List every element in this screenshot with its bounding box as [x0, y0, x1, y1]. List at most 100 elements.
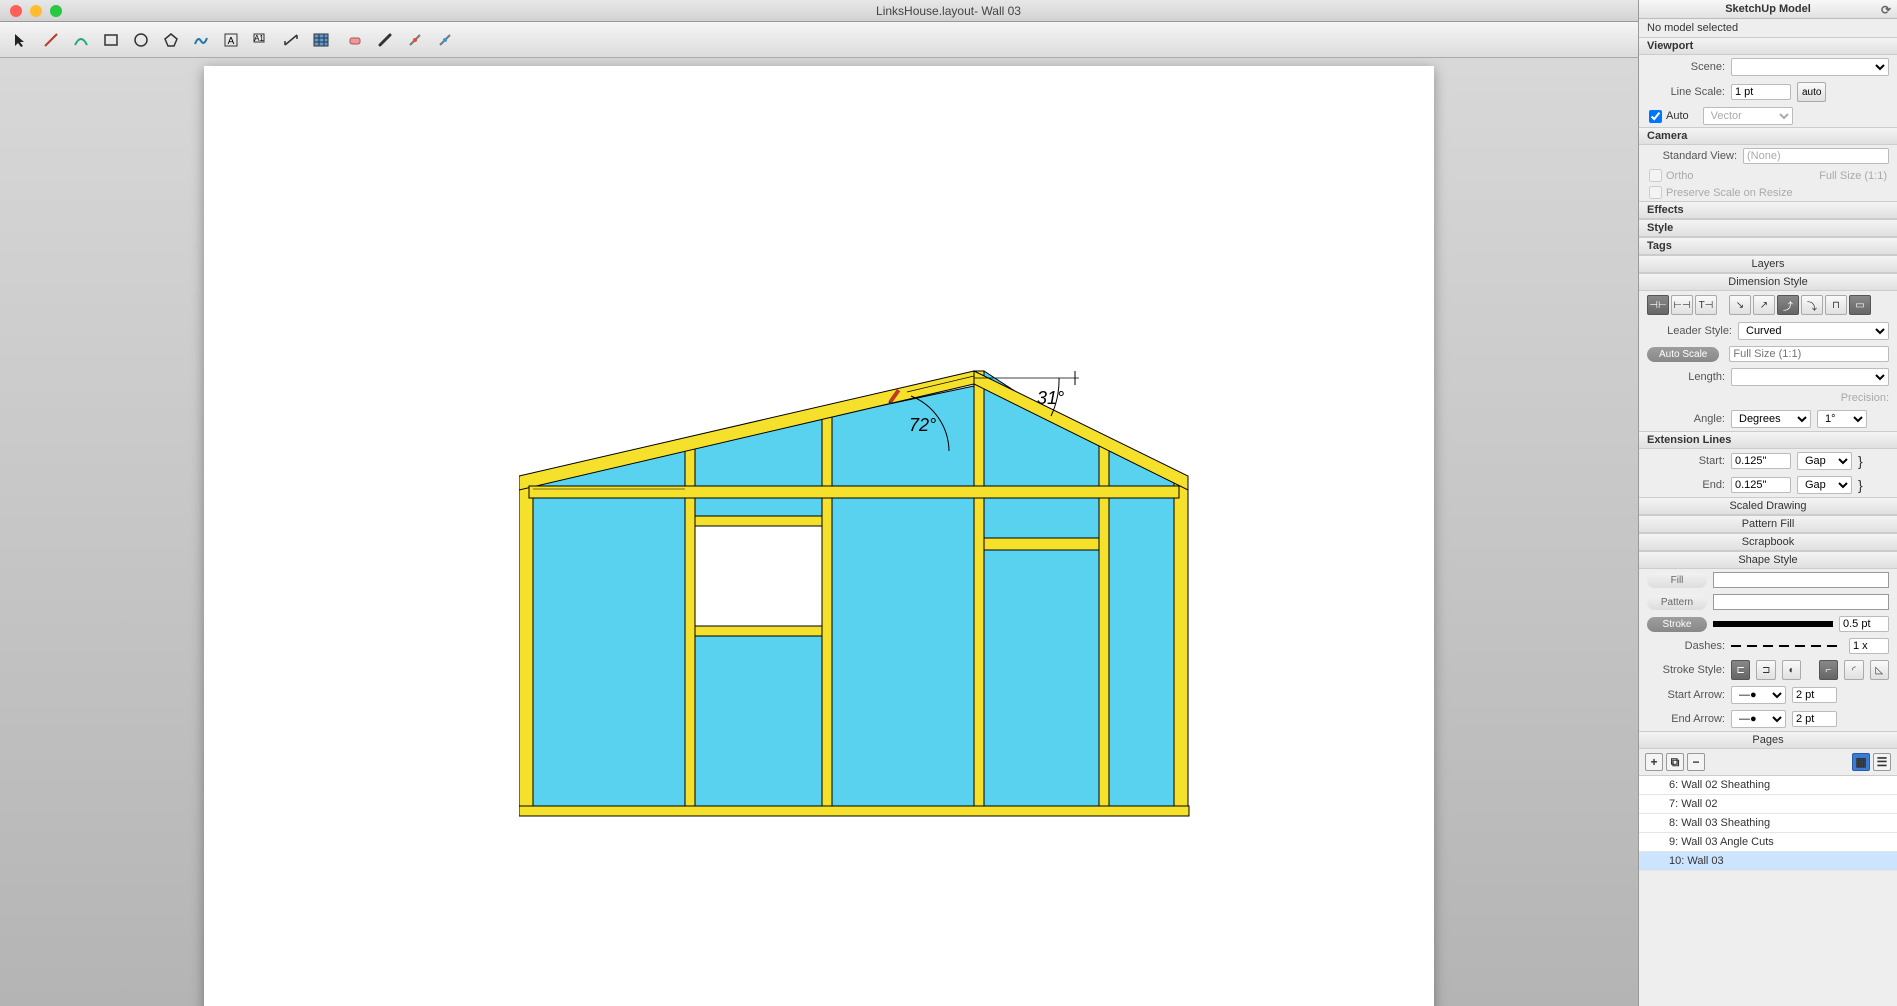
- reload-icon[interactable]: ⟳: [1881, 3, 1891, 17]
- dim-arrow-4-icon[interactable]: ⤵: [1801, 295, 1823, 315]
- circle-tool-icon[interactable]: [128, 27, 154, 53]
- angle-label: Angle:: [1647, 413, 1725, 425]
- style-tool-icon[interactable]: [372, 27, 398, 53]
- end-arrow-select[interactable]: —●: [1731, 710, 1786, 728]
- join-2-icon[interactable]: ◜: [1844, 660, 1863, 680]
- wall-drawing: 72° 31°: [519, 316, 1199, 826]
- join-tool-icon[interactable]: [432, 27, 458, 53]
- length-select[interactable]: [1731, 368, 1889, 386]
- label-tool-icon[interactable]: A1: [248, 27, 274, 53]
- ext-start-label: Start:: [1647, 455, 1725, 467]
- svg-text:A1: A1: [254, 34, 264, 43]
- line-tool-icon[interactable]: [38, 27, 64, 53]
- freehand-tool-icon[interactable]: [188, 27, 214, 53]
- fill-swatch[interactable]: [1713, 572, 1889, 588]
- close-window-icon[interactable]: [10, 5, 22, 17]
- pattern-swatch[interactable]: [1713, 594, 1889, 610]
- ext-start-gap-select[interactable]: Gap: [1797, 452, 1852, 470]
- layers-section[interactable]: Layers: [1639, 255, 1897, 273]
- line-scale-label: Line Scale:: [1647, 86, 1725, 98]
- start-arrow-label: Start Arrow:: [1647, 689, 1725, 701]
- split-tool-icon[interactable]: [402, 27, 428, 53]
- page-item[interactable]: 9: Wall 03 Angle Cuts: [1639, 833, 1897, 852]
- pages-list: 6: Wall 02 Sheathing7: Wall 028: Wall 03…: [1639, 775, 1897, 871]
- polygon-tool-icon[interactable]: [158, 27, 184, 53]
- arc-tool-icon[interactable]: [68, 27, 94, 53]
- auto-scale-button[interactable]: Auto Scale: [1647, 347, 1719, 362]
- duplicate-page-button[interactable]: ⧉: [1666, 753, 1684, 771]
- dim-arrow-1-icon[interactable]: ↘: [1729, 295, 1751, 315]
- start-arrow-select[interactable]: —●: [1731, 686, 1786, 704]
- ext-end-input[interactable]: [1731, 477, 1791, 493]
- dim-align-3-icon[interactable]: T⊣: [1695, 295, 1717, 315]
- page-item[interactable]: 7: Wall 02: [1639, 795, 1897, 814]
- window-titlebar: LinksHouse.layout- Wall 03: [0, 0, 1897, 22]
- end-arrow-size[interactable]: [1792, 711, 1837, 727]
- shape-style-section: Shape Style: [1639, 551, 1897, 569]
- canvas-workspace[interactable]: 72° 31°: [0, 58, 1638, 1006]
- angle-label-31: 31°: [1037, 388, 1064, 408]
- auto-scale-btn[interactable]: auto: [1797, 82, 1826, 102]
- tags-section[interactable]: Tags: [1639, 237, 1897, 255]
- dim-align-1-icon[interactable]: ⊣⊢: [1647, 295, 1669, 315]
- pattern-button[interactable]: Pattern: [1647, 595, 1707, 610]
- pages-list-view-icon[interactable]: ▦: [1852, 753, 1870, 771]
- camera-section: Camera: [1639, 127, 1897, 145]
- line-scale-input[interactable]: [1731, 84, 1791, 100]
- join-1-icon[interactable]: ⌐: [1819, 660, 1838, 680]
- table-tool-icon[interactable]: [308, 27, 334, 53]
- scrapbook-section[interactable]: Scrapbook: [1639, 533, 1897, 551]
- select-tool-icon[interactable]: [8, 27, 34, 53]
- stroke-width-input[interactable]: [1839, 616, 1889, 632]
- scene-select[interactable]: [1731, 58, 1889, 76]
- page-item[interactable]: 10: Wall 03: [1639, 852, 1897, 871]
- scaled-drawing-section[interactable]: Scaled Drawing: [1639, 497, 1897, 515]
- angle-unit-select[interactable]: Degrees: [1731, 410, 1811, 428]
- angle-precision-select[interactable]: 1°: [1817, 410, 1867, 428]
- leader-style-label: Leader Style:: [1647, 325, 1732, 337]
- join-3-icon[interactable]: ◺: [1870, 660, 1889, 680]
- standard-view-input[interactable]: [1743, 148, 1889, 164]
- dimension-align-row: ⊣⊢ ⊢⊣ T⊣ ↘ ↗ ⤴ ⤵ ⊓ ▭: [1639, 291, 1897, 319]
- cap-3-icon[interactable]: ◐: [1782, 660, 1801, 680]
- ext-start-input[interactable]: [1731, 453, 1791, 469]
- stroke-button[interactable]: Stroke: [1647, 617, 1707, 632]
- text-tool-icon[interactable]: A: [218, 27, 244, 53]
- pages-controls: + ⧉ − ▦ ☰: [1639, 749, 1897, 775]
- render-mode-select[interactable]: Vector: [1703, 107, 1793, 125]
- style-section[interactable]: Style: [1639, 219, 1897, 237]
- minimize-window-icon[interactable]: [30, 5, 42, 17]
- dimension-style-section: Dimension Style: [1639, 273, 1897, 291]
- eraser-tool-icon[interactable]: [342, 27, 368, 53]
- dashes-preview[interactable]: [1731, 645, 1843, 647]
- dashes-scale-input[interactable]: [1849, 638, 1889, 654]
- auto-render-checkbox[interactable]: [1649, 110, 1662, 123]
- dimension-tool-icon[interactable]: [278, 27, 304, 53]
- cap-2-icon[interactable]: ⊐: [1756, 660, 1775, 680]
- panel-header-sketchup-model: SketchUp Model ⟳: [1639, 0, 1897, 19]
- add-page-button[interactable]: +: [1645, 753, 1663, 771]
- page-item[interactable]: 8: Wall 03 Sheathing: [1639, 814, 1897, 833]
- dim-arrow-3-icon[interactable]: ⤴: [1777, 295, 1799, 315]
- remove-page-button[interactable]: −: [1687, 753, 1705, 771]
- layout-page: 72° 31°: [204, 66, 1434, 1006]
- dim-arrow-2-icon[interactable]: ↗: [1753, 295, 1775, 315]
- maximize-window-icon[interactable]: [50, 5, 62, 17]
- dim-align-2-icon[interactable]: ⊢⊣: [1671, 295, 1693, 315]
- pages-section: Pages: [1639, 731, 1897, 749]
- length-label: Length:: [1647, 371, 1725, 383]
- pages-grid-view-icon[interactable]: ☰: [1873, 753, 1891, 771]
- dim-arrow-5-icon[interactable]: ⊓: [1825, 295, 1847, 315]
- rectangle-tool-icon[interactable]: [98, 27, 124, 53]
- start-arrow-size[interactable]: [1792, 687, 1837, 703]
- page-item[interactable]: 6: Wall 02 Sheathing: [1639, 776, 1897, 795]
- ext-end-gap-select[interactable]: Gap: [1797, 476, 1852, 494]
- effects-section[interactable]: Effects: [1639, 201, 1897, 219]
- leader-style-select[interactable]: Curved: [1738, 322, 1889, 340]
- cap-1-icon[interactable]: ⊏: [1731, 660, 1750, 680]
- pattern-fill-section[interactable]: Pattern Fill: [1639, 515, 1897, 533]
- extension-lines-section: Extension Lines: [1639, 431, 1897, 449]
- full-size-input[interactable]: [1729, 346, 1889, 362]
- fill-button[interactable]: Fill: [1647, 573, 1707, 588]
- dim-arrow-6-icon[interactable]: ▭: [1849, 295, 1871, 315]
